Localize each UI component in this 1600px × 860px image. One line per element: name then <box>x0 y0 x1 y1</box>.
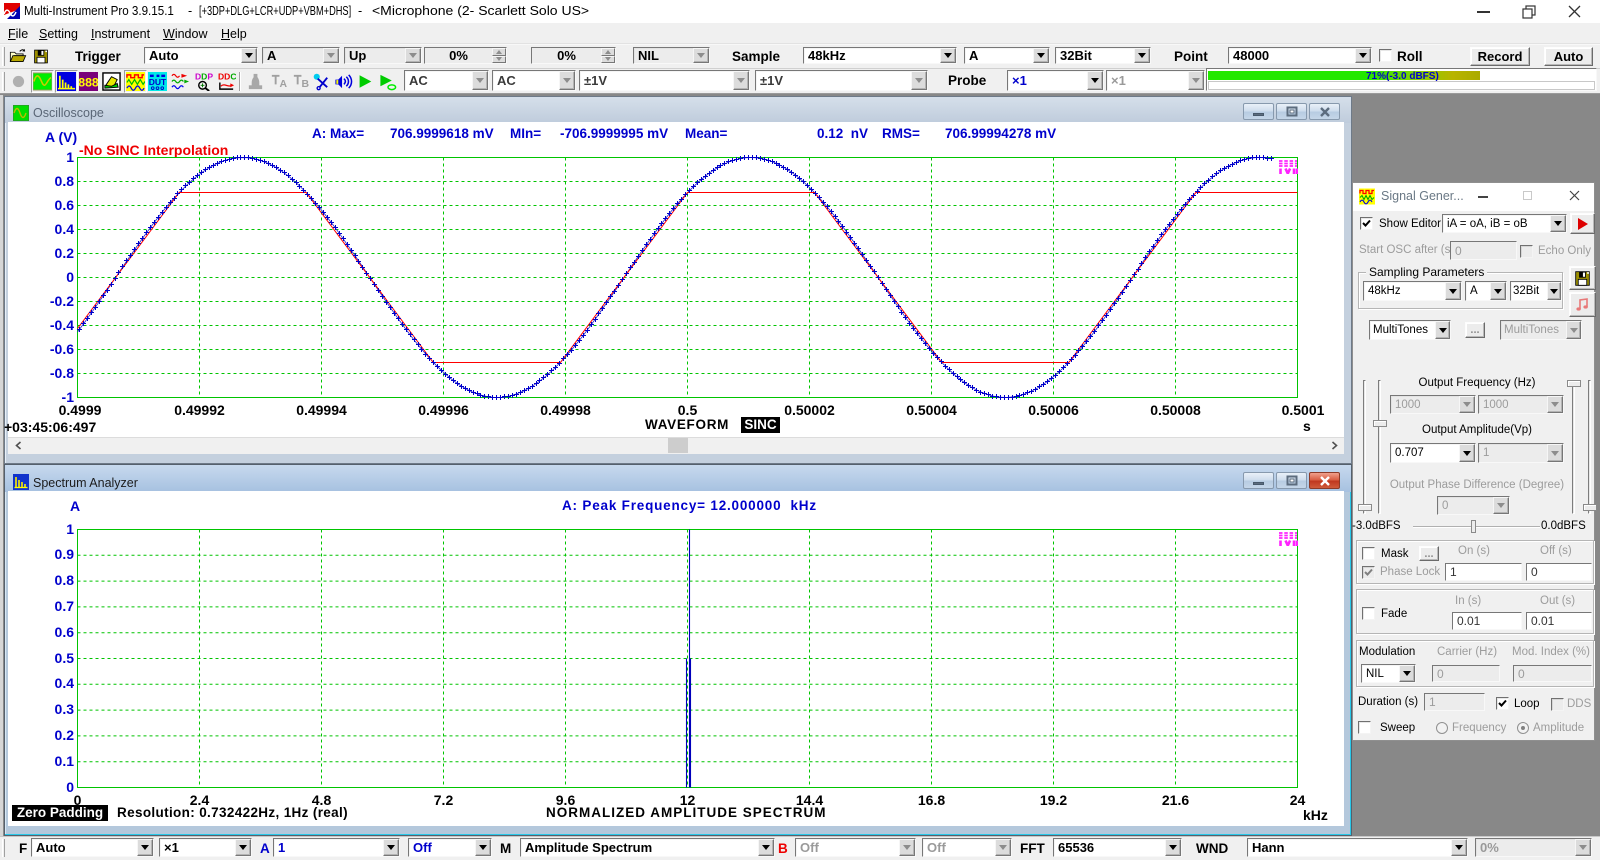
svg-text:DDC: DDC <box>218 72 236 82</box>
svg-text:DDP: DDP <box>195 72 213 82</box>
svg-text:A: A <box>279 79 287 90</box>
svg-text:DUT: DUT <box>149 77 167 87</box>
svg-text:888: 888 <box>79 75 98 89</box>
svg-text:B: B <box>301 79 309 90</box>
